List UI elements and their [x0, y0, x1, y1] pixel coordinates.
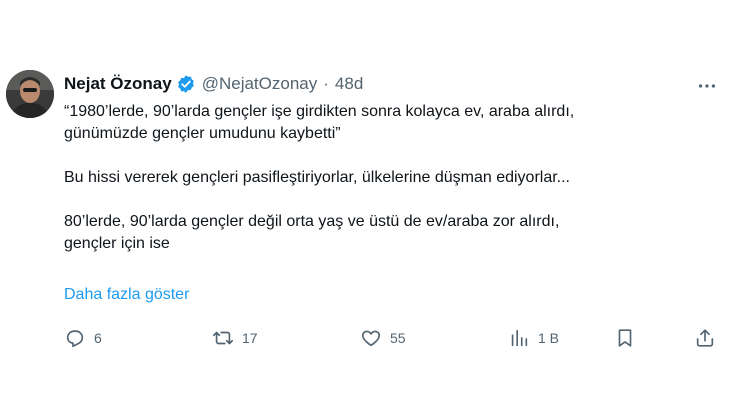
avatar-image [6, 70, 54, 118]
views-icon [511, 329, 528, 347]
more-options-button[interactable] [693, 72, 721, 100]
tweet-line: “1980’lerde, 90’larda gençler işe girdik… [64, 103, 575, 120]
avatar[interactable] [6, 70, 54, 118]
tweet-line: günümüzde gençler umudunu kaybetti” [64, 125, 341, 142]
action-bar: 6 17 55 1 B [64, 326, 720, 350]
reply-count: 6 [94, 330, 102, 346]
tweet-line: Bu hissi vererek gençleri pasifleştiriyo… [64, 169, 570, 186]
verified-badge-icon [177, 75, 194, 93]
tweet-card[interactable]: Nejat Özonay @NejatOzonay · 48d “1980’le… [0, 0, 730, 420]
like-button[interactable]: 55 [360, 326, 406, 350]
retweet-icon [213, 331, 233, 345]
reply-button[interactable]: 6 [64, 326, 102, 350]
separator-dot: · [323, 74, 329, 93]
tweet-line: gençler için ise [64, 235, 170, 252]
more-horizontal-icon [698, 84, 716, 88]
tweet-timestamp[interactable]: 48d [335, 74, 363, 94]
like-count: 55 [390, 330, 406, 346]
tweet-text: “1980’lerde, 90’larda gençler işe girdik… [64, 101, 714, 255]
tweet-header: Nejat Özonay @NejatOzonay · 48d [64, 72, 363, 96]
retweet-count: 17 [242, 330, 258, 346]
views-count: 1 B [538, 330, 560, 346]
author-name[interactable]: Nejat Özonay [64, 74, 172, 94]
share-icon [696, 329, 714, 347]
author-handle[interactable]: @NejatOzonay [202, 74, 318, 94]
reply-icon [66, 330, 84, 348]
bookmark-button[interactable] [614, 326, 636, 350]
show-more-link[interactable]: Daha fazla göster [64, 286, 189, 304]
views-button[interactable]: 1 B [508, 326, 559, 350]
share-button[interactable] [694, 326, 716, 350]
heart-icon [361, 330, 381, 347]
bookmark-icon [618, 329, 632, 347]
retweet-button[interactable]: 17 [212, 326, 258, 350]
tweet-line: 80’lerde, 90’larda gençler değil orta ya… [64, 213, 560, 230]
